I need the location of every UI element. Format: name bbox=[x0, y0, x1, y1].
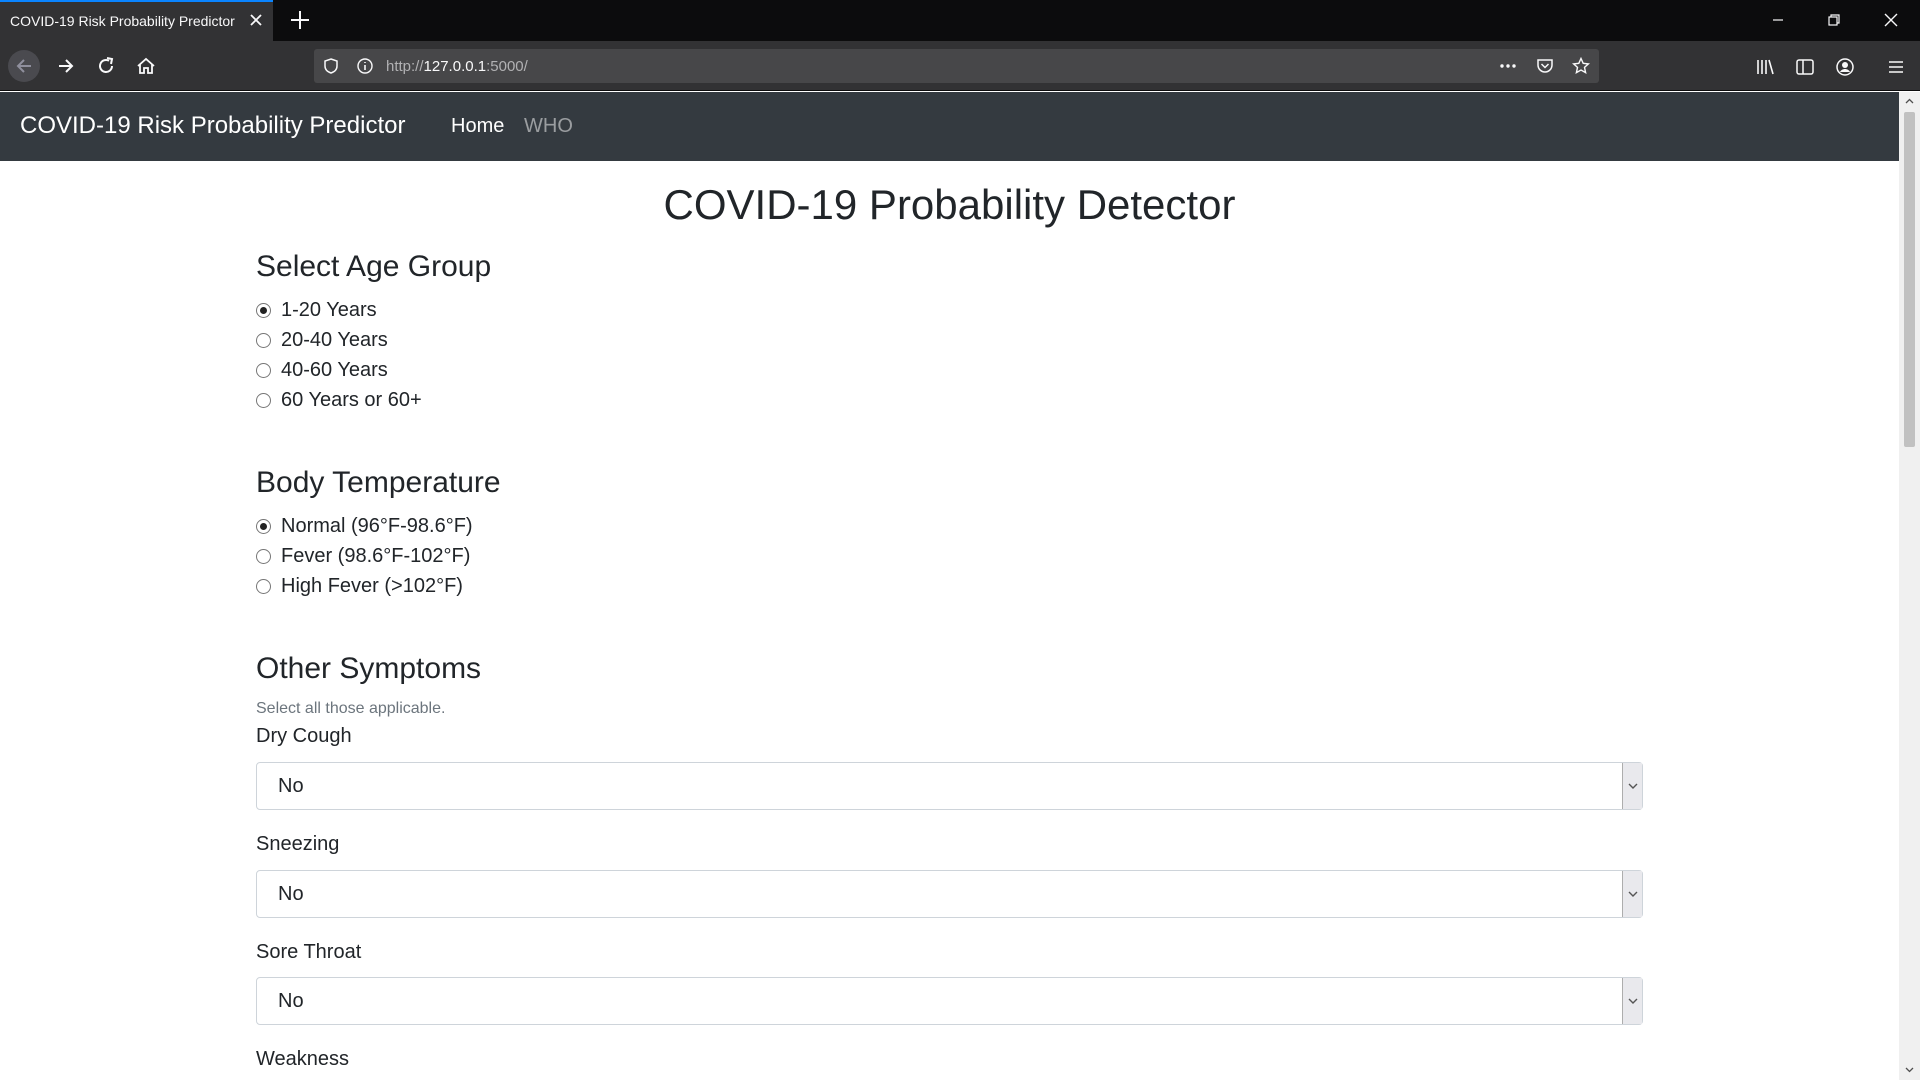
home-button[interactable] bbox=[130, 50, 162, 82]
dropdown-button[interactable] bbox=[1622, 978, 1642, 1024]
temp-option-normal[interactable]: Normal (96°F-98.6°F) bbox=[256, 513, 473, 539]
select-value: No bbox=[278, 990, 304, 1012]
page-viewport: COVID-19 Risk Probability Predictor Home… bbox=[0, 92, 1899, 1080]
scroll-thumb[interactable] bbox=[1904, 112, 1915, 447]
age-option-40-60[interactable]: 40-60 Years bbox=[256, 357, 388, 383]
chevron-down-icon bbox=[1628, 998, 1638, 1004]
scroll-down-icon[interactable] bbox=[1904, 1064, 1915, 1075]
temp-option-label: Normal (96°F-98.6°F) bbox=[281, 514, 473, 537]
age-group-heading: Select Age Group bbox=[256, 250, 492, 283]
age-radio-1-20[interactable] bbox=[256, 302, 271, 318]
pocket-icon[interactable] bbox=[1536, 57, 1554, 75]
navbar-brand[interactable]: COVID-19 Risk Probability Predictor bbox=[20, 112, 405, 140]
browser-toolbar: http://127.0.0.1:5000/ bbox=[0, 41, 1920, 91]
age-option-label: 1-20 Years bbox=[281, 298, 377, 321]
arrow-right-icon bbox=[59, 59, 74, 73]
shield-icon[interactable] bbox=[322, 57, 340, 75]
bookmark-star-icon[interactable] bbox=[1572, 57, 1590, 75]
temp-option-high-fever[interactable]: High Fever (>102°F) bbox=[256, 573, 463, 599]
nav-link-who[interactable]: WHO bbox=[524, 115, 573, 138]
chevron-down-icon bbox=[1628, 783, 1638, 789]
temp-option-fever[interactable]: Fever (98.6°F-102°F) bbox=[256, 543, 470, 569]
select-value: No bbox=[278, 775, 304, 797]
sneezing-select[interactable]: No bbox=[256, 870, 1643, 918]
home-icon bbox=[137, 57, 155, 74]
select-value: No bbox=[278, 883, 304, 905]
page-title: COVID-19 Probability Detector bbox=[663, 181, 1236, 228]
age-option-1-20[interactable]: 1-20 Years bbox=[256, 297, 377, 323]
weakness-label: Weakness bbox=[256, 1048, 350, 1070]
restore-icon[interactable] bbox=[1823, 9, 1845, 31]
dropdown-button[interactable] bbox=[1622, 763, 1642, 809]
url-text[interactable]: http://127.0.0.1:5000/ bbox=[386, 58, 528, 75]
chevron-down-icon bbox=[1628, 891, 1638, 897]
minimize-icon[interactable] bbox=[1767, 9, 1789, 31]
age-radio-20-40[interactable] bbox=[256, 332, 271, 348]
forward-button[interactable] bbox=[50, 50, 82, 82]
temp-radio-normal[interactable] bbox=[256, 518, 271, 534]
account-icon[interactable] bbox=[1834, 56, 1856, 78]
body-temperature-heading: Body Temperature bbox=[256, 466, 501, 499]
tab-close-icon[interactable] bbox=[248, 12, 264, 28]
temp-radio-fever[interactable] bbox=[256, 548, 271, 564]
dry-cough-label: Dry Cough bbox=[256, 725, 352, 747]
info-icon[interactable] bbox=[356, 57, 374, 75]
new-tab-icon[interactable] bbox=[289, 9, 311, 31]
browser-tab[interactable]: COVID-19 Risk Probability Predictor bbox=[0, 0, 273, 41]
temp-option-label: High Fever (>102°F) bbox=[281, 574, 463, 597]
temp-option-label: Fever (98.6°F-102°F) bbox=[281, 544, 471, 567]
sidebar-icon[interactable] bbox=[1794, 56, 1816, 78]
sore-throat-label: Sore Throat bbox=[256, 941, 362, 963]
back-button[interactable] bbox=[8, 50, 40, 82]
reload-button[interactable] bbox=[90, 50, 122, 82]
symptoms-help-text: Select all those applicable. bbox=[256, 700, 446, 717]
temp-radio-high-fever[interactable] bbox=[256, 578, 271, 594]
dry-cough-select[interactable]: No bbox=[256, 762, 1643, 810]
url-bar[interactable]: http://127.0.0.1:5000/ bbox=[314, 49, 1599, 83]
nav-link-home[interactable]: Home bbox=[451, 115, 504, 138]
reload-icon bbox=[99, 57, 114, 73]
scroll-up-icon[interactable] bbox=[1904, 96, 1915, 107]
sneezing-label: Sneezing bbox=[256, 833, 340, 855]
age-radio-40-60[interactable] bbox=[256, 362, 271, 378]
dropdown-button[interactable] bbox=[1622, 871, 1642, 917]
sore-throat-select[interactable]: No bbox=[256, 977, 1643, 1025]
other-symptoms-heading: Other Symptoms bbox=[256, 652, 482, 685]
library-icon[interactable] bbox=[1754, 56, 1776, 78]
site-navbar: COVID-19 Risk Probability Predictor Home… bbox=[0, 92, 1899, 161]
age-option-20-40[interactable]: 20-40 Years bbox=[256, 327, 388, 353]
page-scrollbar[interactable] bbox=[1899, 92, 1920, 1080]
browser-tab-bar: COVID-19 Risk Probability Predictor bbox=[0, 0, 1920, 41]
tab-title: COVID-19 Risk Probability Predictor bbox=[10, 13, 235, 29]
age-option-label: 40-60 Years bbox=[281, 358, 388, 381]
age-option-60-plus[interactable]: 60 Years or 60+ bbox=[256, 387, 422, 413]
age-option-label: 60 Years or 60+ bbox=[281, 388, 422, 411]
more-actions-icon[interactable] bbox=[1499, 57, 1517, 75]
arrow-left-icon bbox=[16, 59, 31, 73]
menu-icon[interactable] bbox=[1885, 56, 1907, 78]
age-radio-60-plus[interactable] bbox=[256, 392, 271, 408]
age-option-label: 20-40 Years bbox=[281, 328, 388, 351]
close-window-icon[interactable] bbox=[1880, 9, 1902, 31]
